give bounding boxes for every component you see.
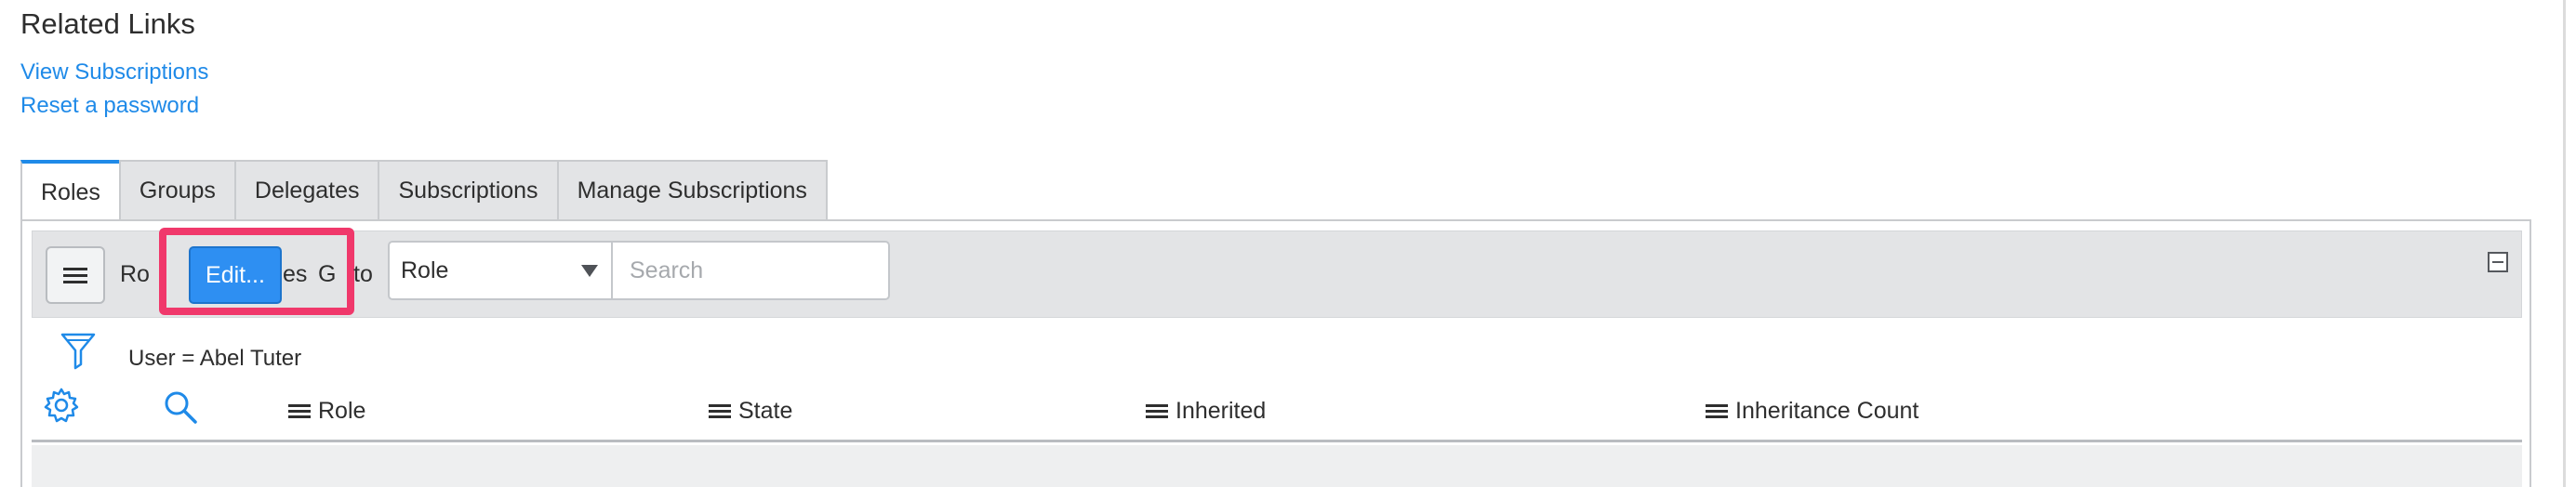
column-header-inheritance-count[interactable]: Inheritance Count bbox=[1706, 398, 1919, 425]
collapse-icon[interactable] bbox=[2488, 252, 2508, 272]
column-header-label: State bbox=[738, 398, 793, 424]
related-lists-tabs: Roles Groups Delegates Subscriptions Man… bbox=[20, 160, 828, 221]
goto-field-value: Role bbox=[401, 257, 449, 283]
view-subscriptions-link[interactable]: View Subscriptions bbox=[20, 59, 208, 86]
roles-panel: Ro es Edit... G to Role User = Abel Tute… bbox=[20, 219, 2531, 487]
column-header-state[interactable]: State bbox=[709, 398, 792, 425]
page: Related Links View Subscriptions Reset a… bbox=[0, 0, 2576, 487]
tab-delegates[interactable]: Delegates bbox=[233, 160, 380, 219]
hamburger-menu-icon bbox=[63, 264, 87, 287]
list-header-row: Role State Inherited Inheritance Count bbox=[32, 377, 2522, 442]
column-menu-icon bbox=[1146, 401, 1168, 421]
reset-password-link[interactable]: Reset a password bbox=[20, 93, 199, 119]
goto-label-end: to bbox=[353, 261, 373, 287]
column-header-label: Role bbox=[318, 398, 366, 424]
list-menu-button[interactable] bbox=[46, 246, 105, 304]
search-icon[interactable] bbox=[162, 388, 199, 426]
column-menu-icon bbox=[709, 401, 731, 421]
table-row bbox=[32, 445, 2522, 487]
column-menu-icon bbox=[288, 401, 311, 421]
column-header-label: Inherited bbox=[1175, 398, 1267, 424]
gear-icon[interactable] bbox=[43, 387, 80, 424]
edit-button[interactable]: Edit... bbox=[189, 246, 282, 304]
roles-label-end: es bbox=[283, 261, 308, 287]
column-header-label: Inheritance Count bbox=[1735, 398, 1919, 424]
tab-subscriptions[interactable]: Subscriptions bbox=[378, 160, 559, 219]
column-header-inherited[interactable]: Inherited bbox=[1146, 398, 1266, 425]
goto-label-start: G bbox=[318, 261, 337, 287]
related-links-title: Related Links bbox=[20, 7, 195, 40]
column-menu-icon bbox=[1706, 401, 1728, 421]
roles-label-start: Ro bbox=[120, 261, 150, 287]
list-search-input[interactable] bbox=[611, 241, 890, 300]
filter-breadcrumb[interactable]: User = Abel Tuter bbox=[128, 346, 301, 372]
goto-field-select[interactable]: Role bbox=[388, 241, 613, 300]
filter-icon[interactable] bbox=[60, 331, 97, 372]
list-toolbar: Ro es Edit... G to Role bbox=[32, 228, 2522, 318]
tab-manage-subscriptions[interactable]: Manage Subscriptions bbox=[556, 160, 828, 219]
dropdown-arrow-icon bbox=[581, 265, 598, 277]
scrollbar[interactable] bbox=[2563, 0, 2566, 487]
column-header-role[interactable]: Role bbox=[288, 398, 365, 425]
tab-roles[interactable]: Roles bbox=[20, 160, 121, 221]
tab-groups[interactable]: Groups bbox=[118, 160, 236, 219]
